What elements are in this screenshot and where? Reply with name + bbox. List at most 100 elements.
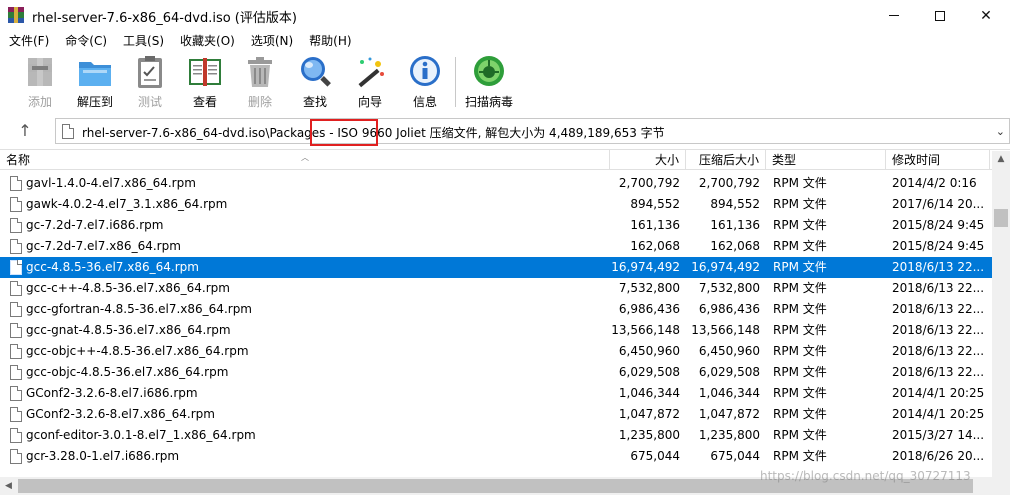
table-row[interactable]: gc-7.2d-7.el7.i686.rpm 161,136 161,136 RPM … — [0, 215, 992, 236]
file-packed-size: 13,566,148 — [691, 323, 760, 337]
find-button[interactable]: 查找 — [287, 54, 343, 112]
file-modified: 2015/8/24 9:45 — [892, 218, 985, 232]
menu-tools[interactable]: 工具(S) — [114, 31, 171, 51]
rpm-file-icon — [10, 197, 22, 212]
extract-label: 解压到 — [76, 95, 113, 109]
rpm-file-icon — [10, 176, 22, 191]
add-archive-icon — [22, 54, 58, 90]
folder-extract-icon — [77, 54, 113, 90]
path-prefix: rhel-server-7.6-x86_64-dvd.iso\ — [82, 126, 270, 140]
scroll-left-icon[interactable]: ◀ — [0, 477, 17, 495]
close-button[interactable]: ✕ — [963, 0, 1009, 31]
file-type: RPM 文件 — [773, 323, 827, 337]
table-row[interactable]: gawk-4.0.2-4.el7_3.1.x86_64.rpm 894,552 89… — [0, 194, 992, 215]
list-header: 名称 ︿ 大小 压缩后大小 类型 修改时间 — [0, 149, 1010, 170]
file-size: 2,700,792 — [618, 176, 680, 190]
column-packed-size[interactable]: 压缩后大小 — [686, 150, 766, 170]
file-modified: 2018/6/26 20... — [892, 449, 985, 463]
file-name: gc-7.2d-7.el7.i686.rpm — [26, 218, 164, 232]
wizard-button[interactable]: 向导 — [342, 54, 398, 112]
wizard-label: 向导 — [357, 95, 382, 109]
view-button[interactable]: 查看 — [177, 54, 233, 112]
add-button[interactable]: 添加 — [12, 54, 68, 112]
menu-options[interactable]: 选项(N) — [242, 31, 300, 51]
file-list: gavl-1.4.0-4.el7.x86_64.rpm 2,700,792 2,70… — [0, 173, 992, 468]
file-size: 16,974,492 — [611, 260, 680, 274]
scan-button[interactable]: 扫描病毒 — [461, 54, 517, 112]
chevron-down-icon[interactable]: ⌄ — [996, 125, 1005, 138]
test-button[interactable]: 测试 — [122, 54, 178, 112]
up-folder-button[interactable]: ↑ — [14, 120, 36, 142]
file-modified: 2018/6/13 22... — [892, 344, 985, 358]
vertical-scroll-thumb[interactable] — [994, 209, 1008, 227]
column-type[interactable]: 类型 — [766, 150, 886, 170]
info-button[interactable]: 信息 — [397, 54, 453, 112]
file-size: 1,235,800 — [618, 428, 680, 442]
file-size: 675,044 — [630, 449, 680, 463]
scroll-up-icon[interactable]: ▲ — [992, 151, 1010, 168]
menu-help[interactable]: 帮助(H) — [300, 31, 358, 51]
minimize-icon — [889, 15, 899, 16]
table-row[interactable]: gcc-c++-4.8.5-36.el7.x86_64.rpm 7,532,800… — [0, 278, 992, 299]
clipboard-check-icon — [132, 54, 168, 90]
file-name: gcr-3.28.0-1.el7.i686.rpm — [26, 449, 180, 463]
delete-button[interactable]: 删除 — [232, 54, 288, 112]
vertical-scrollbar[interactable]: ▲ — [992, 151, 1010, 477]
sort-ascending-icon: ︿ — [301, 153, 309, 162]
file-type: RPM 文件 — [773, 176, 827, 190]
table-row[interactable]: gavl-1.4.0-4.el7.x86_64.rpm 2,700,792 2,70… — [0, 173, 992, 194]
file-size: 1,047,872 — [618, 407, 680, 421]
extract-button[interactable]: 解压到 — [67, 54, 123, 112]
file-packed-size: 16,974,492 — [691, 260, 760, 274]
address-bar[interactable]: rhel-server-7.6-x86_64-dvd.iso\Packages … — [55, 118, 1010, 146]
file-packed-size: 894,552 — [710, 197, 760, 211]
file-packed-size: 162,068 — [710, 239, 760, 253]
menu-commands[interactable]: 命令(C) — [56, 31, 114, 51]
table-row[interactable]: gcc-objc-4.8.5-36.el7.x86_64.rpm 6,029,50… — [0, 362, 992, 383]
file-name: gconf-editor-3.0.1-8.el7_1.x86_64.rpm — [26, 428, 256, 442]
table-row[interactable]: gcc-objc++-4.8.5-36.el7.x86_64.rpm 6,450,… — [0, 341, 992, 362]
file-modified: 2015/8/24 9:45 — [892, 239, 985, 253]
info-icon — [407, 54, 443, 90]
file-type: RPM 文件 — [773, 239, 827, 253]
menu-file[interactable]: 文件(F) — [0, 31, 56, 51]
info-label: 信息 — [412, 95, 437, 109]
table-row[interactable]: gcc-gnat-4.8.5-36.el7.x86_64.rpm 13,566,1… — [0, 320, 992, 341]
table-row[interactable]: GConf2-3.2.6-8.el7.x86_64.rpm 1,047,872 1,… — [0, 404, 992, 425]
table-row[interactable]: gcc-4.8.5-36.el7.x86_64.rpm 16,974,492 16,… — [0, 257, 992, 278]
column-size[interactable]: 大小 — [610, 150, 686, 170]
minimize-button[interactable] — [871, 0, 917, 31]
column-modified[interactable]: 修改时间 — [886, 150, 990, 170]
view-label: 查看 — [192, 95, 217, 109]
file-size: 6,029,508 — [618, 365, 680, 379]
file-packed-size: 1,235,800 — [698, 428, 760, 442]
rpm-file-icon — [10, 449, 22, 464]
file-type: RPM 文件 — [773, 428, 827, 442]
file-modified: 2014/4/1 20:25 — [892, 407, 985, 421]
file-packed-size: 161,136 — [710, 218, 760, 232]
column-name[interactable]: 名称 ︿ — [0, 150, 610, 170]
file-packed-size: 7,532,800 — [698, 281, 760, 295]
file-packed-size: 1,047,872 — [698, 407, 760, 421]
file-type: RPM 文件 — [773, 260, 827, 274]
toolbar: 添加 解压到 测试 查看 删除 查找 向导 信息 扫描病毒 — [0, 51, 1010, 114]
file-name: gcc-gfortran-4.8.5-36.el7.x86_64.rpm — [26, 302, 252, 316]
table-row[interactable]: gcc-gfortran-4.8.5-36.el7.x86_64.rpm 6,98… — [0, 299, 992, 320]
table-row[interactable]: gc-7.2d-7.el7.x86_64.rpm 162,068 162,068 RP… — [0, 236, 992, 257]
file-size: 13,566,148 — [611, 323, 680, 337]
file-size: 1,046,344 — [618, 386, 680, 400]
menu-favorites[interactable]: 收藏夹(O) — [171, 31, 242, 51]
rpm-file-icon — [10, 323, 22, 338]
scroll-corner — [992, 477, 1010, 495]
column-name-label: 名称 — [6, 153, 31, 167]
magnifier-icon — [297, 54, 333, 90]
title-bar: rhel-server-7.6-x86_64-dvd.iso (评估版本) ✕ — [0, 0, 1010, 31]
maximize-button[interactable] — [917, 0, 963, 31]
file-type: RPM 文件 — [773, 344, 827, 358]
table-row[interactable]: gcr-3.28.0-1.el7.i686.rpm 675,044 675,044 R… — [0, 446, 992, 467]
file-modified: 2018/6/13 22... — [892, 260, 985, 274]
find-label: 查找 — [302, 95, 327, 109]
table-row[interactable]: gconf-editor-3.0.1-8.el7_1.x86_64.rpm 1,2… — [0, 425, 992, 446]
table-row[interactable]: GConf2-3.2.6-8.el7.i686.rpm 1,046,344 1,04… — [0, 383, 992, 404]
scan-label: 扫描病毒 — [464, 95, 513, 109]
